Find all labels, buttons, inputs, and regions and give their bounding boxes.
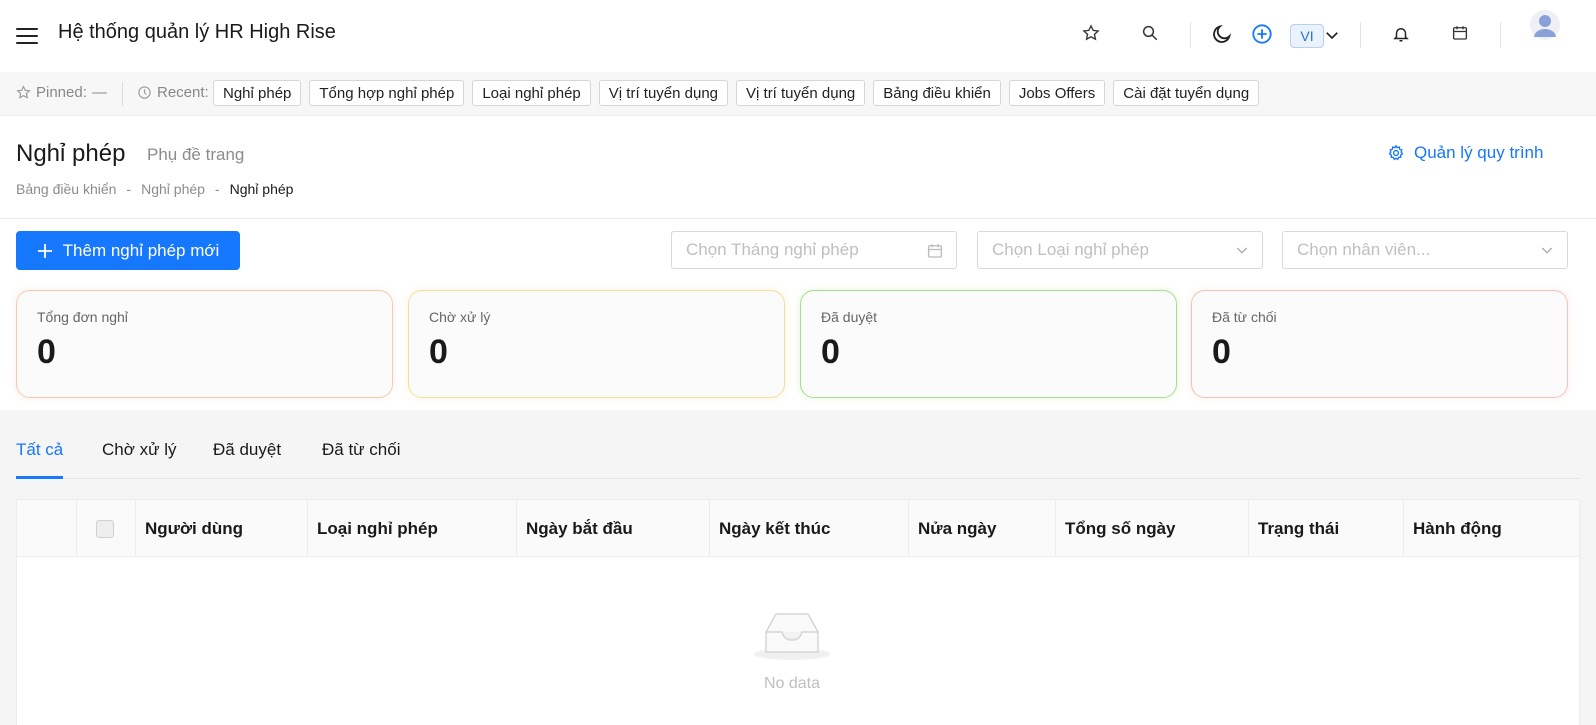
chevron-down-icon xyxy=(1236,247,1248,254)
recent-chip[interactable]: Bảng điều khiển xyxy=(873,80,1001,106)
add-leave-label: Thêm nghỉ phép mới xyxy=(62,240,220,260)
recent-chips: Nghỉ phép Tổng hợp nghỉ phép Loại nghỉ p… xyxy=(213,80,1260,106)
breadcrumb-item-current: Nghỉ phép xyxy=(229,181,294,197)
table-header: Người dùng Loại nghỉ phép Ngày bắt đầu N… xyxy=(17,500,1579,557)
column-header-leave-type[interactable]: Loại nghỉ phép xyxy=(307,500,438,557)
manage-workflow-link[interactable]: Quản lý quy trình xyxy=(1387,143,1543,163)
bell-icon[interactable] xyxy=(1390,23,1412,45)
header-divider xyxy=(1190,22,1191,48)
select-all-checkbox[interactable] xyxy=(96,519,114,538)
stat-value: 0 xyxy=(821,333,840,371)
recent-chip[interactable]: Cài đặt tuyển dụng xyxy=(1113,80,1260,106)
chevron-down-icon xyxy=(1541,247,1553,254)
bar-divider xyxy=(122,82,123,106)
column-header-half-day[interactable]: Nửa ngày xyxy=(908,500,996,557)
pinned-value: — xyxy=(91,84,107,101)
breadcrumb-item-leave[interactable]: Nghỉ phép xyxy=(141,181,205,197)
stat-card-approved: Đã duyệt 0 xyxy=(800,290,1177,398)
stat-value: 0 xyxy=(37,333,56,371)
column-header-total-days[interactable]: Tổng số ngày xyxy=(1055,500,1176,557)
recent-bar: Pinned: — Recent: Nghỉ phép Tổng hợp ngh… xyxy=(0,72,1596,116)
recent-chip[interactable]: Loại nghỉ phép xyxy=(472,80,591,106)
stat-card-pending: Chờ xử lý 0 xyxy=(408,290,785,398)
stat-value: 0 xyxy=(1212,333,1231,371)
select-all-cell xyxy=(76,500,135,557)
employee-select[interactable]: Chọn nhân viên... xyxy=(1282,231,1568,269)
leave-type-select[interactable]: Chọn Loại nghỉ phép xyxy=(977,231,1263,269)
column-header-start-date[interactable]: Ngày bắt đầu xyxy=(516,500,633,557)
page-divider xyxy=(0,218,1596,219)
page-title: Nghỉ phép xyxy=(16,140,126,167)
leave-table: Người dùng Loại nghỉ phép Ngày bắt đầu N… xyxy=(16,499,1580,725)
plus-icon xyxy=(37,243,52,258)
tab-all[interactable]: Tất cả xyxy=(16,440,63,460)
breadcrumb: Bảng điều khiển - Nghỉ phép - Nghỉ phép xyxy=(16,181,293,197)
header-divider xyxy=(1500,22,1501,48)
app-title: Hệ thống quản lý HR High Rise xyxy=(58,21,336,43)
manage-workflow-label: Quản lý quy trình xyxy=(1414,143,1544,162)
employee-placeholder: Chọn nhân viên... xyxy=(1297,240,1431,259)
stat-label: Đã duyệt xyxy=(821,309,878,325)
recent-chip[interactable]: Jobs Offers xyxy=(1008,80,1106,106)
recent-section: Recent: xyxy=(137,84,209,101)
active-tab-indicator xyxy=(16,476,63,479)
tabs-divider xyxy=(16,478,1580,479)
calendar-icon xyxy=(927,244,943,258)
gear-icon xyxy=(1388,144,1404,161)
tab-rejected[interactable]: Đã từ chối xyxy=(322,440,400,460)
pinned-section: Pinned: — xyxy=(16,84,107,101)
chevron-down-icon[interactable] xyxy=(1322,24,1342,46)
recent-label: Recent: xyxy=(157,84,209,101)
breadcrumb-item-dashboard[interactable]: Bảng điều khiển xyxy=(16,181,116,197)
column-header-end-date[interactable]: Ngày kết thúc xyxy=(709,500,830,557)
tab-approved[interactable]: Đã duyệt xyxy=(213,440,281,460)
recent-chip[interactable]: Tổng hợp nghỉ phép xyxy=(309,80,465,106)
empty-inbox-icon xyxy=(754,613,830,660)
column-header-user[interactable]: Người dùng xyxy=(135,500,243,557)
add-circle-icon[interactable] xyxy=(1250,22,1274,46)
column-header-actions[interactable]: Hành động xyxy=(1403,500,1502,557)
calendar-icon[interactable] xyxy=(1449,22,1471,44)
stat-label: Chờ xử lý xyxy=(429,309,491,325)
stat-value: 0 xyxy=(429,333,448,371)
recent-chip[interactable]: Nghỉ phép xyxy=(213,80,302,106)
month-picker-placeholder: Chọn Tháng nghỉ phép xyxy=(686,240,859,259)
dark-mode-moon-icon[interactable] xyxy=(1210,22,1234,46)
user-avatar-icon[interactable] xyxy=(1530,10,1560,40)
add-leave-button[interactable]: Thêm nghỉ phép mới xyxy=(16,231,240,270)
search-icon[interactable] xyxy=(1139,22,1161,44)
pinned-label: Pinned: xyxy=(36,84,87,101)
recent-chip[interactable]: Vị trí tuyển dụng xyxy=(598,80,729,106)
empty-state: No data xyxy=(742,608,842,693)
language-badge[interactable]: VI xyxy=(1290,24,1324,48)
stat-card-total: Tổng đơn nghỉ 0 xyxy=(16,290,393,398)
empty-text: No data xyxy=(763,675,821,692)
header-divider xyxy=(1360,22,1361,48)
app-header: Hệ thống quản lý HR High Rise VI xyxy=(0,0,1596,72)
stat-label: Tổng đơn nghỉ xyxy=(37,309,128,325)
recent-chip[interactable]: Vị trí tuyển dụng xyxy=(736,80,866,106)
star-icon[interactable] xyxy=(1080,22,1102,44)
month-picker[interactable]: Chọn Tháng nghỉ phép xyxy=(671,231,957,269)
tab-pending[interactable]: Chờ xử lý xyxy=(102,440,176,460)
breadcrumb-separator: - xyxy=(126,181,132,197)
clock-icon xyxy=(138,86,151,99)
pin-star-icon xyxy=(16,85,31,99)
stat-label: Đã từ chối xyxy=(1212,309,1277,325)
leave-type-placeholder: Chọn Loại nghỉ phép xyxy=(992,240,1149,259)
column-header-status[interactable]: Trạng thái xyxy=(1248,500,1339,557)
hamburger-menu-icon[interactable] xyxy=(16,26,38,46)
breadcrumb-separator: - xyxy=(214,181,220,197)
stat-card-rejected: Đã từ chối 0 xyxy=(1191,290,1568,398)
page-subtitle: Phụ đề trang xyxy=(147,145,245,164)
